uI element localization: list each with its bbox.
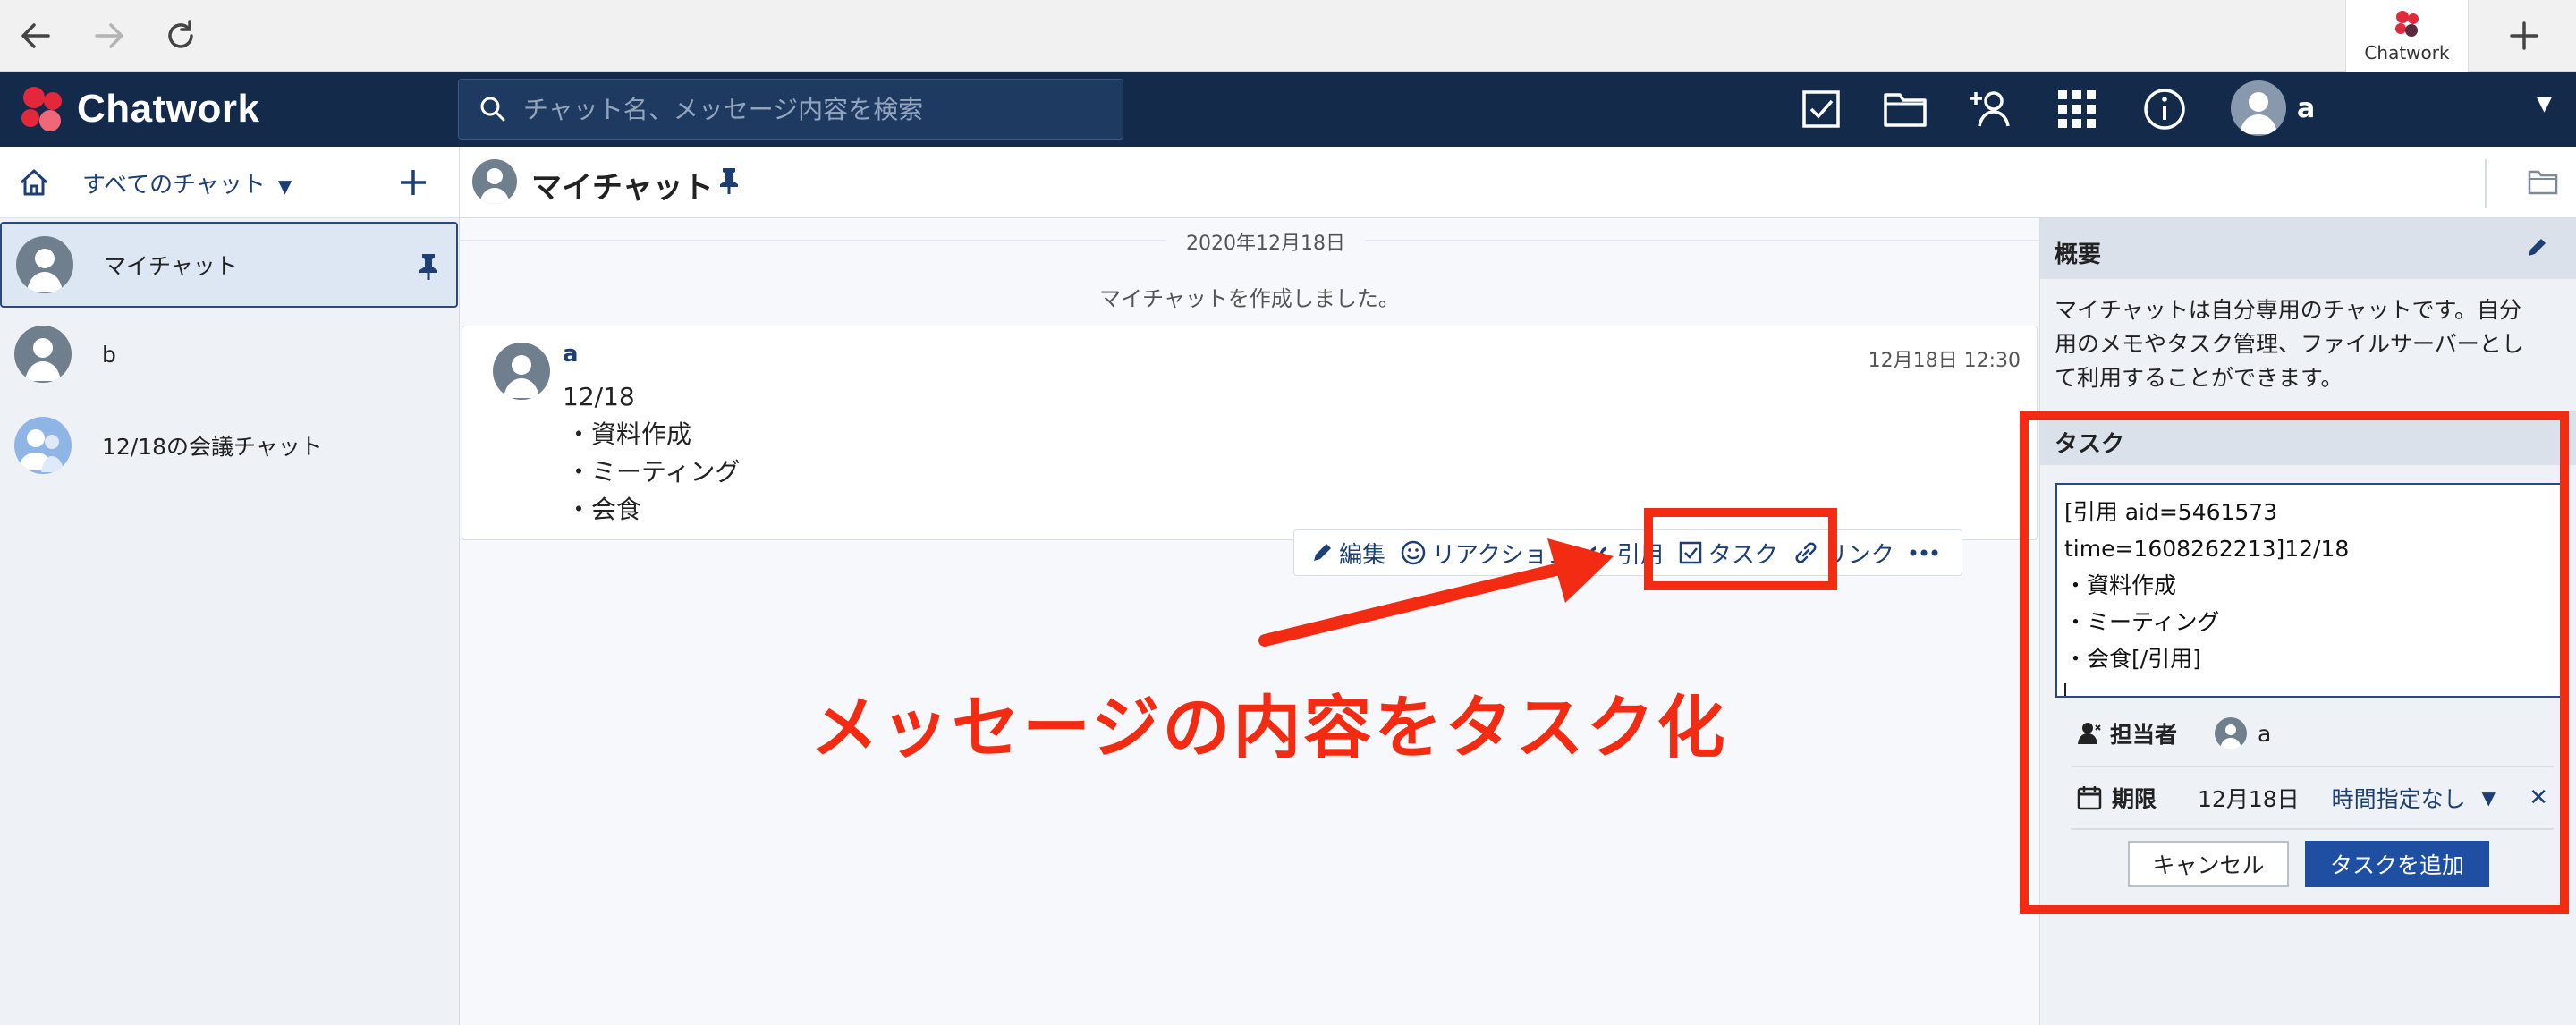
system-message: マイチャットを作成しました。 — [1099, 286, 1400, 311]
user-icon — [504, 355, 539, 398]
avatar — [472, 159, 517, 204]
chevron-down-icon: ▼ — [277, 175, 292, 197]
back-button[interactable] — [13, 13, 59, 59]
date-label: 2020年12月18日 — [1166, 227, 1365, 256]
file-button[interactable] — [1880, 84, 1930, 134]
apps-grid-icon — [2058, 90, 2096, 128]
add-chat-button[interactable] — [390, 159, 436, 206]
search-input[interactable] — [523, 94, 1096, 124]
pencil-icon[interactable] — [2525, 236, 2548, 259]
new-tab-button[interactable] — [2501, 13, 2547, 59]
message-line: 12/18 — [563, 382, 635, 411]
sidebar-item-my-chat[interactable]: マイチャット — [0, 222, 458, 308]
app-header: Chatwork a ▼ — [0, 72, 2576, 147]
message-timestamp[interactable]: 12月18日 12:30 — [1868, 344, 2021, 373]
logo-text: Chatwork — [77, 87, 260, 131]
annotation-caption: メッセージの内容をタスク化 — [810, 688, 1728, 767]
user-name[interactable]: a — [2297, 93, 2315, 124]
chat-filter-dropdown[interactable]: すべてのチャット ▼ — [82, 166, 292, 199]
folder-icon — [1884, 93, 1927, 127]
forward-button[interactable] — [86, 13, 132, 59]
plus-icon — [401, 170, 426, 195]
info-button[interactable] — [2140, 84, 2190, 134]
browser-toolbar: Chatwork — [0, 0, 2576, 72]
sidebar-item-b[interactable]: b — [0, 311, 458, 397]
task-button[interactable] — [1796, 84, 1846, 134]
message-line: ・ミーティング — [566, 457, 741, 487]
message-line: ・資料作成 — [566, 419, 692, 449]
user-icon — [25, 338, 61, 381]
more-button[interactable] — [1909, 548, 1945, 557]
avatar — [16, 236, 73, 293]
more-dots-icon — [1910, 549, 1938, 556]
reload-icon — [168, 20, 193, 48]
user-avatar[interactable] — [2231, 80, 2286, 136]
plus-icon — [2510, 21, 2538, 50]
arrow-right-icon — [95, 23, 123, 48]
folder-icon[interactable] — [2528, 168, 2558, 195]
overview-title: 概要 — [2055, 241, 2102, 268]
info-icon — [2144, 89, 2185, 130]
arrow-left-icon — [21, 23, 50, 48]
add-contact-icon — [1970, 91, 2010, 127]
chatwork-logo[interactable]: Chatwork — [16, 84, 259, 134]
avatar[interactable] — [493, 343, 550, 400]
home-icon[interactable] — [18, 166, 50, 199]
chat-title: マイチャット — [531, 170, 714, 206]
chatwork-logo-icon — [2395, 11, 2419, 37]
message-line: ・会食 — [566, 495, 642, 524]
chat-filter-label: すべてのチャット — [82, 172, 266, 199]
sidebar-item-meeting-chat[interactable]: 12/18の会議チャット — [0, 402, 458, 488]
message-author[interactable]: a — [563, 341, 579, 368]
chatwork-logo-icon — [21, 87, 62, 131]
user-icon — [27, 249, 63, 292]
annotation-box-task — [1644, 508, 1837, 590]
browser-tab[interactable]: Chatwork — [2345, 0, 2469, 72]
room-name: マイチャット — [104, 253, 238, 279]
tab-title: Chatwork — [2364, 42, 2450, 64]
user-icon — [2240, 92, 2277, 134]
avatar — [14, 326, 72, 383]
annotation-box-panel — [2020, 411, 2569, 914]
user-icon — [479, 168, 510, 204]
task-icon — [1802, 90, 1840, 128]
room-name: b — [102, 341, 116, 368]
sidebar: すべてのチャット ▼ マイチャット b 12/18の会議チャット — [0, 147, 460, 1025]
overview-description: マイチャットは自分専用のチャットです。自分用のメモやタスク管理、ファイルサーバー… — [2055, 297, 2524, 391]
pin-icon[interactable] — [717, 166, 741, 195]
overview-header: 概要 — [2040, 218, 2576, 279]
sidebar-header: すべてのチャット ▼ — [0, 147, 459, 218]
user-menu-caret-icon[interactable]: ▼ — [2537, 93, 2552, 115]
message-timeline: 2020年12月18日 マイチャットを作成しました。 a 12月18日 12:3… — [460, 218, 2039, 1025]
message-body: 12/18 ・資料作成 ・ミーティング ・会食 — [563, 378, 740, 529]
group-avatar — [14, 417, 72, 474]
annotation-arrow-icon — [1258, 538, 1614, 647]
chat-header: マイチャット — [460, 147, 2576, 218]
divider — [2485, 159, 2487, 208]
room-name: 12/18の会議チャット — [102, 434, 323, 460]
contact-button[interactable] — [1966, 84, 2016, 134]
apps-button[interactable] — [2052, 84, 2102, 134]
reload-button[interactable] — [157, 13, 204, 59]
search-box[interactable] — [458, 79, 1123, 140]
group-icon — [18, 429, 64, 472]
search-icon — [480, 97, 505, 122]
pin-icon[interactable] — [417, 252, 440, 281]
